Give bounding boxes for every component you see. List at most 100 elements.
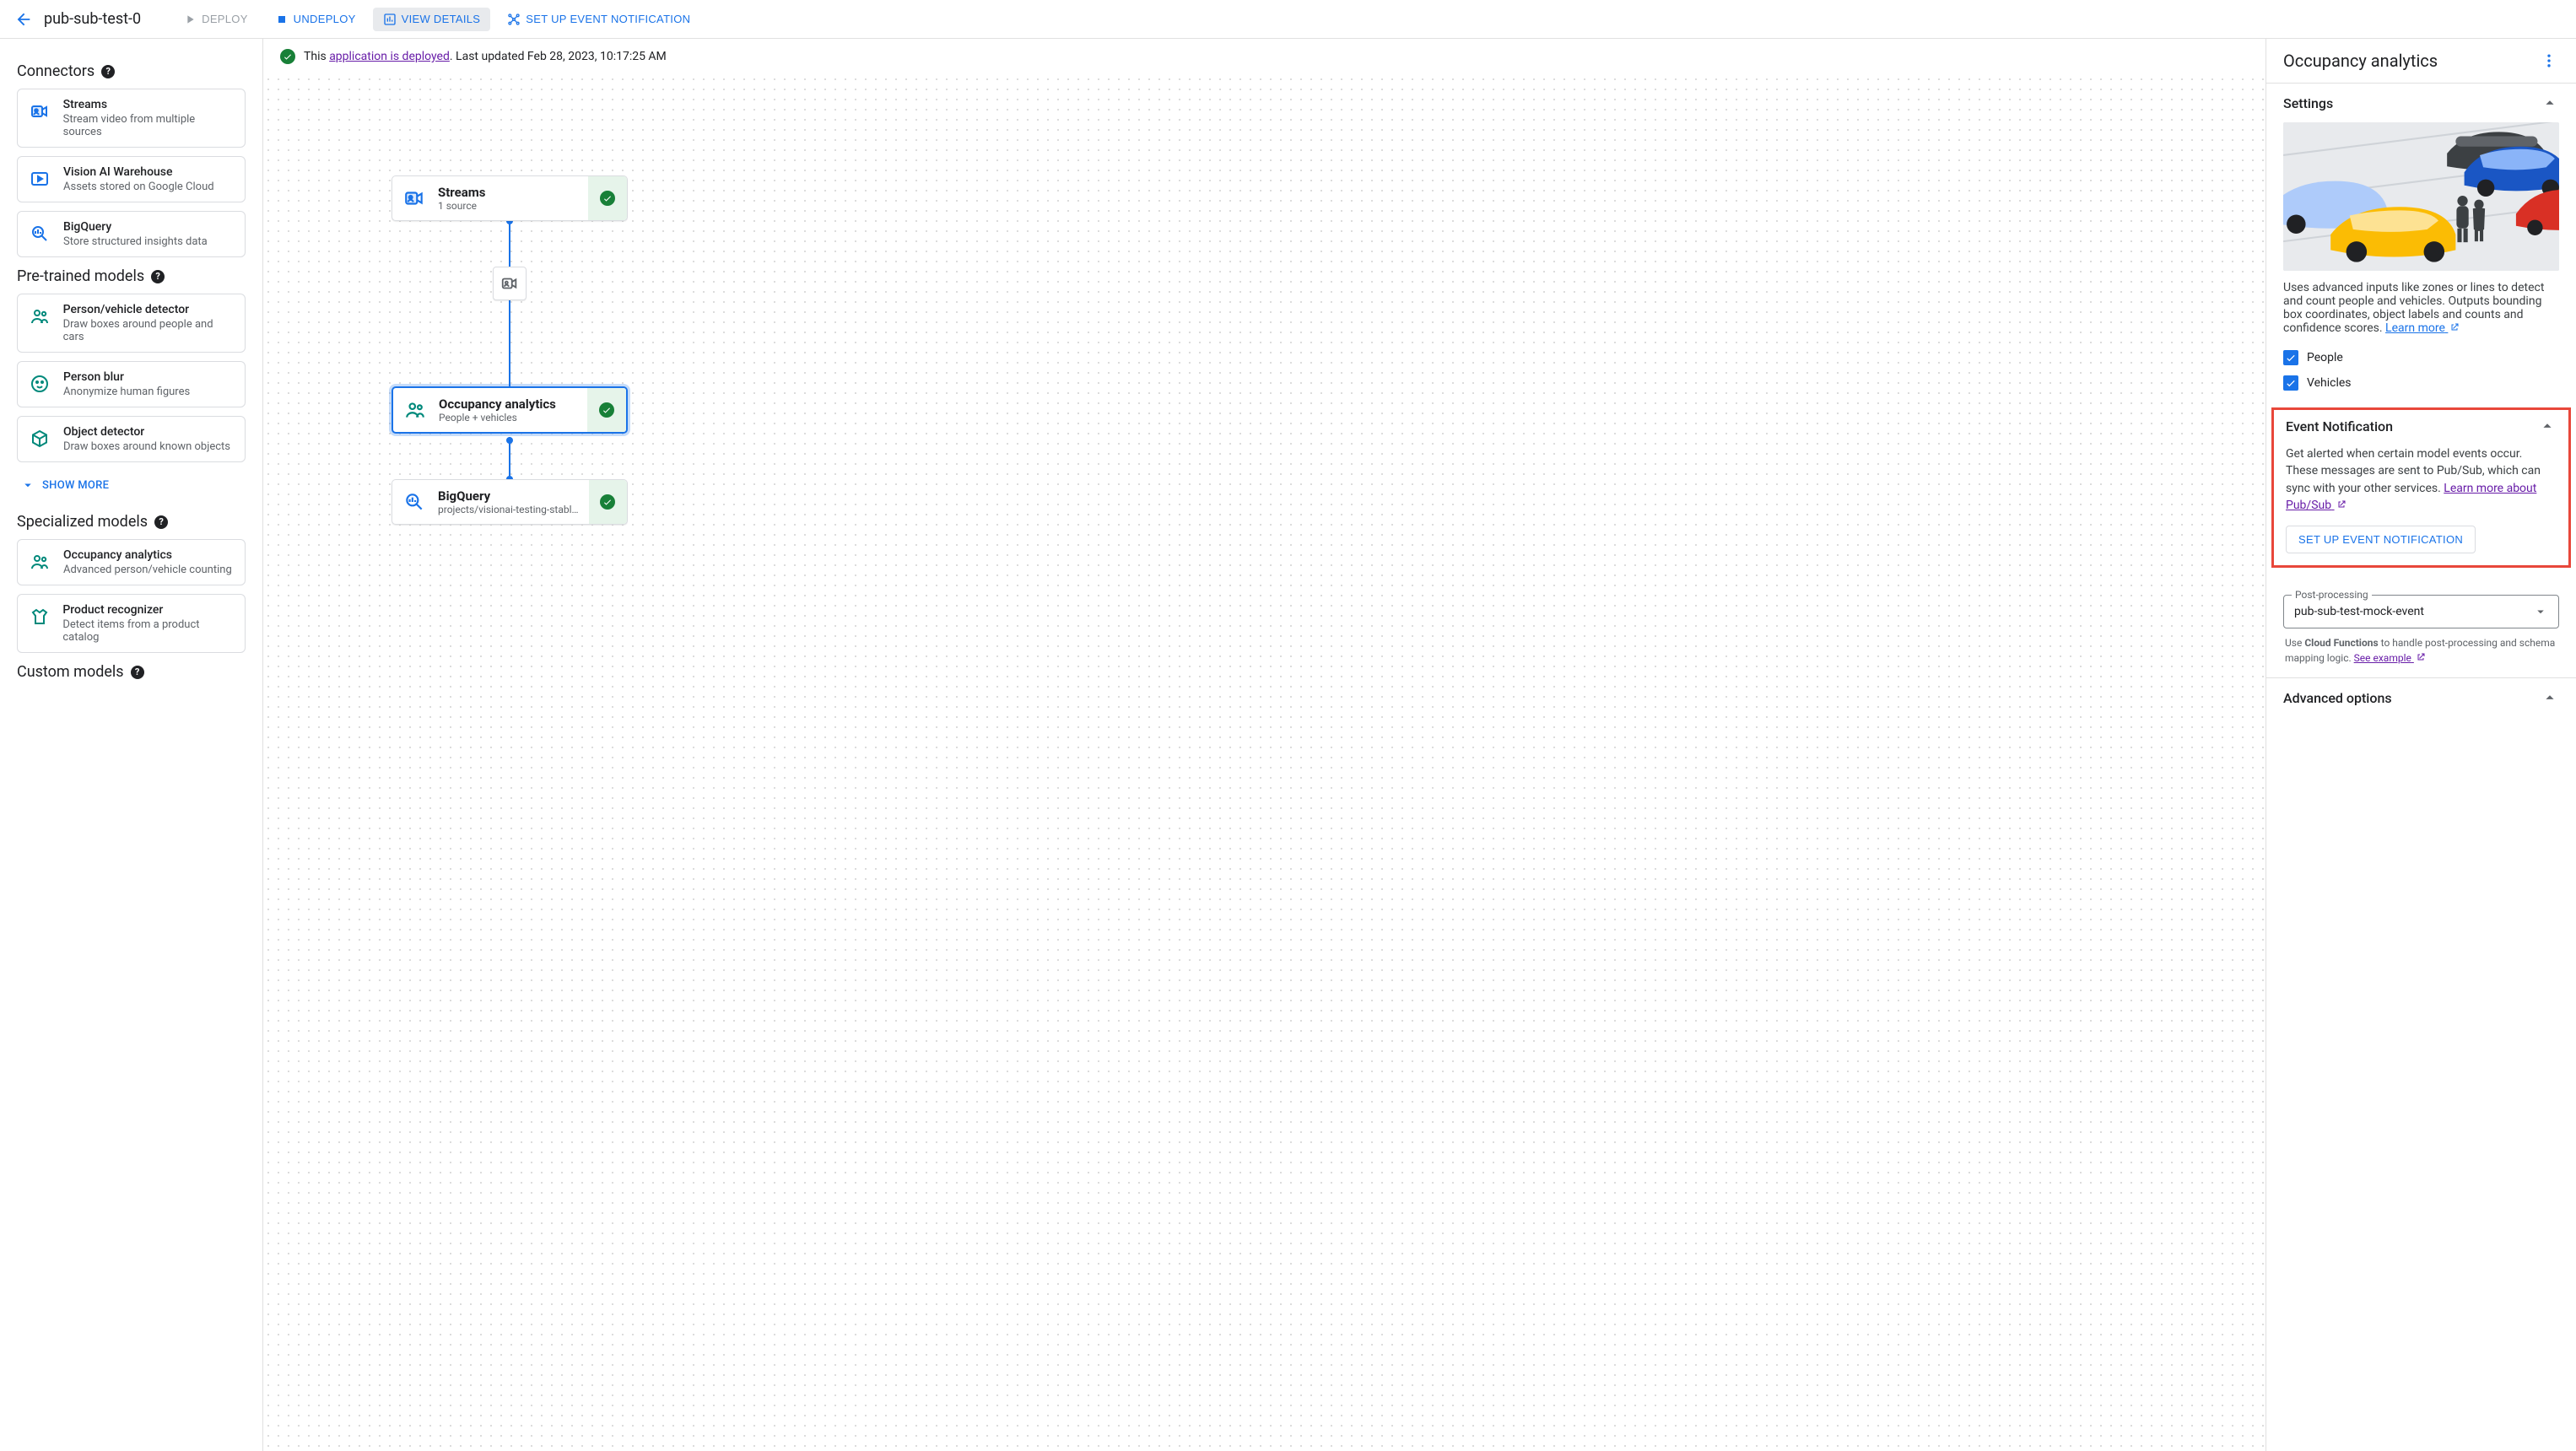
tile-title: Vision AI Warehouse (63, 165, 214, 179)
checkbox-checked-icon[interactable] (2283, 375, 2298, 391)
advanced-section-header[interactable]: Advanced options (2266, 677, 2576, 717)
tile-title: Product recognizer (62, 603, 235, 617)
checkbox-people-label: People (2307, 351, 2343, 364)
node-bigquery[interactable]: BigQuery projects/visionai-testing-stabl… (392, 479, 628, 525)
sidebar-tile-person-blur[interactable]: Person blur Anonymize human figures (17, 361, 246, 407)
help-icon[interactable]: ? (101, 65, 115, 78)
graph-canvas[interactable]: Streams 1 source Oc (263, 74, 2265, 1451)
components-sidebar: Connectors ? Streams Stream video from m… (0, 39, 263, 1451)
tile-subtitle: Advanced person/vehicle counting (63, 564, 232, 576)
help-icon[interactable]: ? (131, 666, 144, 679)
details-panel: Occupancy analytics Settings (2265, 39, 2576, 1451)
tile-subtitle: Draw boxes around people and cars (63, 318, 235, 343)
connectors-heading: Connectors ? (17, 62, 246, 80)
people-icon (28, 305, 51, 328)
help-icon[interactable]: ? (151, 270, 165, 283)
play-square-icon (28, 167, 51, 191)
external-link-icon (2449, 322, 2460, 332)
pretrained-heading-label: Pre-trained models (17, 267, 144, 285)
panel-title: Occupancy analytics (2283, 51, 2438, 71)
node-status-ok (588, 176, 627, 220)
chart-icon (383, 13, 397, 26)
checkbox-people-row[interactable]: People (2266, 345, 2576, 370)
event-description: Get alerted when certain model events oc… (2274, 445, 2568, 514)
tile-subtitle: Stream video from multiple sources (63, 113, 235, 138)
camera-id-icon (500, 274, 519, 293)
application-deployed-link[interactable]: application is deployed (329, 50, 450, 63)
node-title: BigQuery (438, 488, 579, 504)
specialized-heading: Specialized models ? (17, 513, 246, 531)
play-icon (183, 13, 197, 26)
advanced-heading-label: Advanced options (2283, 690, 2392, 706)
show-more-label: SHOW MORE (42, 479, 109, 492)
cube-icon (28, 427, 51, 450)
status-text: This application is deployed. Last updat… (304, 50, 667, 63)
shirt-icon (28, 605, 51, 628)
sidebar-tile-product-recognizer[interactable]: Product recognizer Detect items from a p… (17, 594, 246, 653)
panel-title-row: Occupancy analytics (2266, 39, 2576, 84)
sidebar-tile-bigquery[interactable]: BigQuery Store structured insights data (17, 211, 246, 257)
bigquery-icon (402, 490, 426, 514)
specialized-heading-label: Specialized models (17, 513, 148, 531)
settings-heading-label: Settings (2283, 95, 2333, 111)
setup-event-button-top-label: SET UP EVENT NOTIFICATION (526, 13, 690, 25)
view-details-button[interactable]: VIEW DETAILS (373, 8, 491, 31)
node-intermediate[interactable] (493, 267, 527, 300)
help-icon[interactable]: ? (154, 515, 168, 529)
tile-title: Occupancy analytics (63, 548, 232, 562)
connectors-heading-label: Connectors (17, 62, 95, 80)
post-processing-field: Post-processing pub-sub-test-mock-event (2266, 576, 2576, 632)
top-bar: pub-sub-test-0 DEPLOY UNDEPLOY VIEW DETA… (0, 0, 2576, 39)
show-more-button[interactable]: SHOW MORE (17, 471, 246, 503)
sidebar-tile-person-vehicle[interactable]: Person/vehicle detector Draw boxes aroun… (17, 294, 246, 353)
tile-title: Object detector (63, 425, 230, 439)
more-menu-icon[interactable] (2539, 51, 2559, 71)
deployment-status: This application is deployed. Last updat… (263, 39, 2265, 74)
sidebar-tile-streams[interactable]: Streams Stream video from multiple sourc… (17, 89, 246, 148)
tile-title: Person/vehicle detector (63, 303, 235, 316)
node-subtitle: People + vehicles (439, 412, 556, 423)
event-notification-section: Event Notification Get alerted when cert… (2271, 407, 2571, 568)
tile-subtitle: Draw boxes around known objects (63, 440, 230, 453)
chevron-down-icon (20, 477, 35, 493)
sidebar-tile-object-detector[interactable]: Object detector Draw boxes around known … (17, 416, 246, 462)
bigquery-icon (28, 222, 51, 245)
chevron-up-icon (2538, 417, 2557, 435)
undeploy-button-label: UNDEPLOY (294, 13, 356, 25)
event-heading-label: Event Notification (2286, 418, 2393, 434)
node-streams[interactable]: Streams 1 source (392, 175, 628, 221)
undeploy-button[interactable]: UNDEPLOY (265, 8, 366, 31)
checkbox-checked-icon[interactable] (2283, 350, 2298, 365)
node-occupancy-analytics[interactable]: Occupancy analytics People + vehicles (392, 386, 628, 434)
stop-icon (275, 13, 289, 26)
sidebar-tile-occupancy[interactable]: Occupancy analytics Advanced person/vehi… (17, 539, 246, 585)
tile-title: Streams (63, 98, 235, 111)
learn-more-link[interactable]: Learn more (2385, 321, 2460, 335)
check-circle-icon (280, 49, 295, 64)
setup-event-notification-button[interactable]: SET UP EVENT NOTIFICATION (2286, 526, 2476, 553)
chevron-up-icon (2541, 94, 2559, 112)
tile-subtitle: Store structured insights data (63, 235, 208, 248)
tile-subtitle: Assets stored on Google Cloud (63, 181, 214, 193)
pretrained-heading: Pre-trained models ? (17, 267, 246, 285)
deploy-button[interactable]: DEPLOY (173, 8, 258, 31)
sidebar-tile-warehouse[interactable]: Vision AI Warehouse Assets stored on Goo… (17, 156, 246, 202)
node-status-ok (587, 388, 626, 432)
canvas-area: This application is deployed. Last updat… (263, 39, 2265, 1451)
page-title: pub-sub-test-0 (44, 10, 141, 28)
checkbox-vehicles-row[interactable]: Vehicles (2266, 370, 2576, 402)
hub-icon (507, 13, 521, 26)
see-example-link[interactable]: See example (2354, 652, 2426, 664)
settings-section-header[interactable]: Settings (2266, 84, 2576, 122)
settings-body: Uses advanced inputs like zones or lines… (2266, 122, 2576, 345)
back-arrow-icon[interactable] (10, 6, 37, 33)
custom-heading: Custom models ? (17, 663, 246, 681)
post-processing-label: Post-processing (2292, 589, 2372, 601)
node-subtitle: projects/visionai-testing-stabl… (438, 504, 579, 515)
tile-subtitle: Detect items from a product catalog (62, 618, 235, 644)
post-processing-value: pub-sub-test-mock-event (2294, 605, 2424, 618)
event-section-header[interactable]: Event Notification (2274, 410, 2568, 445)
setup-event-button-top[interactable]: SET UP EVENT NOTIFICATION (497, 8, 700, 31)
custom-heading-label: Custom models (17, 663, 124, 681)
face-icon (28, 372, 51, 396)
